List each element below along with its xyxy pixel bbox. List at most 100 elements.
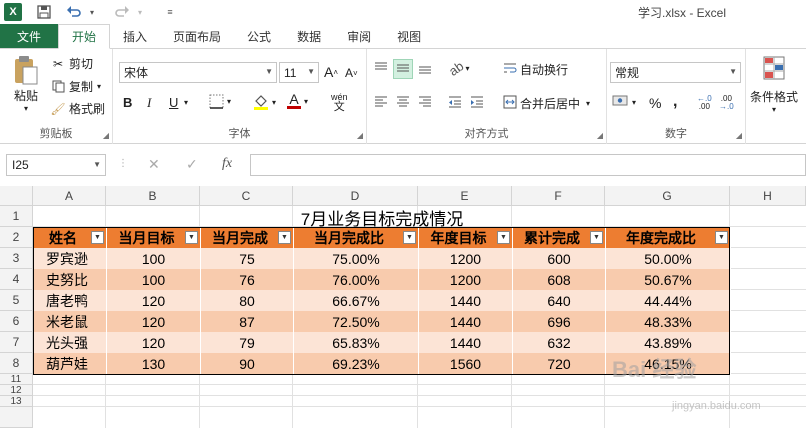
table-cell[interactable]: 1200 [419,269,513,290]
align-left-button[interactable] [373,95,389,112]
save-icon[interactable] [36,4,52,20]
row-header-5[interactable]: 5 [0,290,33,311]
table-cell[interactable]: 1440 [419,311,513,332]
row-header-6[interactable]: 6 [0,311,33,332]
filter-dropdown-icon[interactable]: ▼ [497,231,510,244]
table-cell[interactable]: 43.89% [606,332,731,353]
table-cell[interactable]: 632 [513,332,606,353]
table-cell[interactable]: 75.00% [294,248,419,269]
table-header-cell[interactable]: 年度目标 ▼ [419,227,513,248]
clipboard-launcher-icon[interactable]: ◢ [103,131,109,140]
formula-input[interactable] [250,154,806,176]
phonetic-button[interactable]: wén 文 [331,92,348,113]
table-cell[interactable]: 米老鼠 [34,311,107,332]
increase-indent-button[interactable] [469,95,485,112]
sheet-title-cell[interactable]: 7月业务目标完成情况 [34,207,730,229]
row-header-2[interactable]: 2 [0,227,33,248]
table-cell[interactable]: 90 [201,353,294,374]
column-header-d[interactable]: D [293,186,418,206]
table-cell[interactable]: 光头强 [34,332,107,353]
row-header-13[interactable]: 13 [0,396,33,407]
align-bottom-button[interactable] [417,61,433,78]
table-cell[interactable]: 608 [513,269,606,290]
number-launcher-icon[interactable]: ◢ [736,131,742,140]
borders-button[interactable]: ▾ [209,94,231,109]
table-cell[interactable]: 80 [201,290,294,311]
table-cell[interactable]: 50.67% [606,269,731,290]
table-cell[interactable]: 1440 [419,290,513,311]
column-header-c[interactable]: C [200,186,293,206]
table-cell[interactable]: 69.23% [294,353,419,374]
filter-dropdown-icon[interactable]: ▼ [185,231,198,244]
grow-font-button[interactable]: A ˄ [324,64,338,80]
row-header-11[interactable]: 11 [0,374,33,385]
column-header-h[interactable]: H [730,186,806,206]
cancel-icon[interactable]: ✕ [148,156,160,173]
tab-insert[interactable]: 插入 [110,24,160,48]
table-header-cell[interactable]: 累计完成 ▼ [513,227,606,248]
orientation-button[interactable]: ab ▾ [446,58,469,79]
bold-button[interactable]: B [123,95,132,110]
table-header-cell[interactable]: 当月完成 ▼ [201,227,294,248]
tab-home[interactable]: 开始 [58,24,111,49]
undo-dropdown-icon[interactable]: ▾ [84,4,100,20]
table-cell[interactable]: 65.83% [294,332,419,353]
font-size-select[interactable]: 11 ▼ [279,62,319,83]
increase-decimal-button[interactable]: ←.0 .00 [697,95,712,111]
table-cell[interactable]: 72.50% [294,311,419,332]
column-header-f[interactable]: F [512,186,605,206]
number-format-select[interactable]: 常规 ▼ [610,62,741,83]
table-cell[interactable]: 史努比 [34,269,107,290]
format-painter-button[interactable]: 🖌 格式刷 [50,100,105,117]
table-cell[interactable]: 葫芦娃 [34,353,107,374]
table-cell[interactable]: 100 [107,269,201,290]
table-cell[interactable]: 130 [107,353,201,374]
tab-data[interactable]: 数据 [284,24,334,48]
table-cell[interactable]: 640 [513,290,606,311]
fill-color-button[interactable]: ▾ [253,94,276,110]
row-header-1[interactable]: 1 [0,206,33,227]
table-cell[interactable]: 75 [201,248,294,269]
decrease-indent-button[interactable] [447,95,463,112]
underline-dropdown-icon[interactable]: ▾ [184,98,188,107]
shrink-font-button[interactable]: A ˅ [345,66,358,80]
table-cell[interactable]: 87 [201,311,294,332]
table-cell[interactable]: 44.44% [606,290,731,311]
row-header-8[interactable]: 8 [0,353,33,374]
table-header-cell[interactable]: 当月完成比 ▼ [294,227,419,248]
font-name-select[interactable]: 宋体 ▼ [119,62,277,83]
comma-style-button[interactable]: , [673,93,677,111]
tab-view[interactable]: 视图 [384,24,434,48]
accounting-format-button[interactable]: ▾ [612,94,636,111]
alignment-launcher-icon[interactable]: ◢ [597,131,603,140]
filter-dropdown-icon[interactable]: ▼ [91,231,104,244]
table-cell[interactable]: 720 [513,353,606,374]
tab-formulas[interactable]: 公式 [234,24,284,48]
decrease-decimal-button[interactable]: .00 →.0 [719,95,734,111]
font-color-button[interactable]: A ▾ [287,92,308,109]
table-header-cell[interactable]: 当月目标 ▼ [107,227,201,248]
filter-dropdown-icon[interactable]: ▼ [278,231,291,244]
align-right-button[interactable] [417,95,433,112]
undo-icon[interactable] [66,4,82,20]
tab-page-layout[interactable]: 页面布局 [160,24,234,48]
row-header-4[interactable]: 4 [0,269,33,290]
table-cell[interactable]: 76 [201,269,294,290]
filter-dropdown-icon[interactable]: ▼ [715,231,728,244]
customize-qat-icon[interactable]: ≡ [162,4,178,20]
percent-button[interactable]: % [649,95,661,111]
redo-icon[interactable] [114,4,130,20]
table-cell[interactable]: 696 [513,311,606,332]
copy-button[interactable]: 复制 ▾ [50,78,101,95]
align-middle-button[interactable] [393,59,413,79]
column-header-a[interactable]: A [33,186,106,206]
name-box[interactable]: I25 ▼ [6,154,106,176]
paste-button[interactable]: 粘贴 ▾ [8,55,44,113]
column-header-g[interactable]: G [605,186,730,206]
table-cell[interactable]: 唐老鸭 [34,290,107,311]
table-cell[interactable]: 罗宾逊 [34,248,107,269]
row-header-3[interactable]: 3 [0,248,33,269]
table-cell[interactable]: 1560 [419,353,513,374]
table-cell[interactable]: 48.33% [606,311,731,332]
column-header-b[interactable]: B [106,186,200,206]
